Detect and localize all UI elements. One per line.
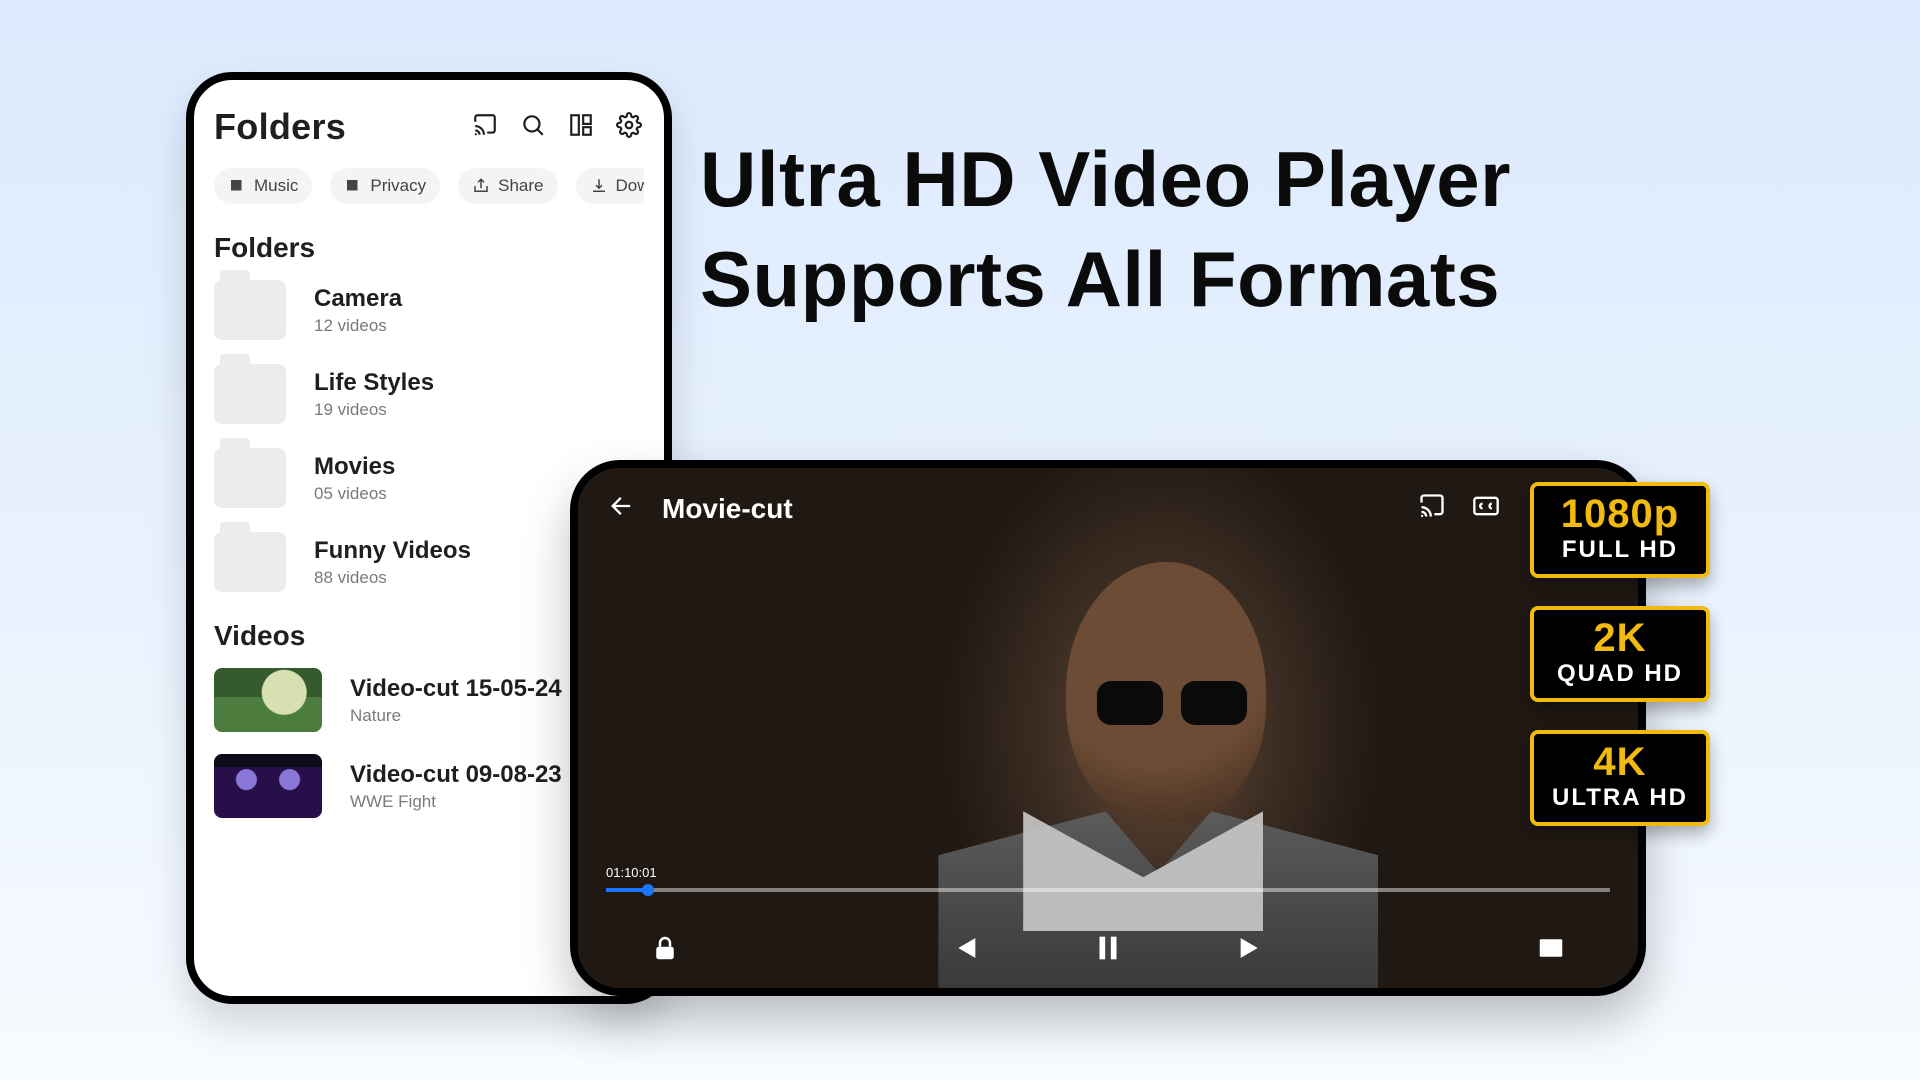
- badge-top: 2K: [1552, 618, 1688, 658]
- phone-player: Movie-cut 01:10:01: [570, 460, 1646, 996]
- prev-track-icon[interactable]: [947, 931, 981, 970]
- folder-icon: [214, 532, 286, 592]
- badge-1080p: 1080p FULL HD: [1530, 482, 1710, 578]
- progress-bar[interactable]: [606, 888, 1610, 892]
- resolution-badges: 1080p FULL HD 2K QUAD HD 4K ULTRA HD: [1530, 482, 1710, 826]
- section-folders: Folders: [214, 232, 644, 264]
- folder-count: 19 videos: [314, 400, 434, 420]
- tab-label: Downloader: [616, 176, 644, 196]
- player-topbar: Movie-cut: [578, 468, 1638, 549]
- back-icon[interactable]: [608, 492, 636, 525]
- video-category: Nature: [350, 706, 562, 726]
- tab-music[interactable]: Music: [214, 168, 312, 204]
- video-thumbnail: [214, 668, 322, 732]
- promo-headline: Ultra HD Video Player Supports All Forma…: [700, 130, 1511, 330]
- video-category: WWE Fight: [350, 792, 562, 812]
- folder-icon: [214, 364, 286, 424]
- folder-count: 05 videos: [314, 484, 395, 504]
- pause-icon[interactable]: [1091, 931, 1125, 970]
- tab-share[interactable]: Share: [458, 168, 557, 204]
- folder-name: Camera: [314, 285, 402, 313]
- folder-count: 12 videos: [314, 316, 402, 336]
- badge-4k: 4K ULTRA HD: [1530, 730, 1710, 826]
- cast-icon[interactable]: [472, 112, 498, 143]
- toolbar: [472, 112, 642, 143]
- headline-line2: Supports All Formats: [700, 235, 1500, 323]
- player-title: Movie-cut: [662, 493, 793, 525]
- video-name: Video-cut 15-05-24: [350, 675, 562, 703]
- headline-line1: Ultra HD Video Player: [700, 135, 1511, 223]
- folder-icon: [214, 448, 286, 508]
- tab-privacy[interactable]: Privacy: [330, 168, 440, 204]
- folder-name: Funny Videos: [314, 537, 471, 565]
- search-icon[interactable]: [520, 112, 546, 143]
- captions-icon[interactable]: [1472, 492, 1500, 525]
- video-thumbnail: [214, 754, 322, 818]
- folder-name: Life Styles: [314, 369, 434, 397]
- lock-icon[interactable]: [650, 933, 680, 968]
- tab-label: Share: [498, 176, 543, 196]
- tab-label: Music: [254, 176, 298, 196]
- badge-top: 1080p: [1552, 494, 1688, 534]
- video-frame[interactable]: Movie-cut 01:10:01: [578, 468, 1638, 988]
- next-track-icon[interactable]: [1235, 931, 1269, 970]
- video-name: Video-cut 09-08-23: [350, 761, 562, 789]
- folder-name: Movies: [314, 453, 395, 481]
- tab-label: Privacy: [370, 176, 426, 196]
- folder-row[interactable]: Camera 12 videos: [214, 280, 644, 340]
- badge-top: 4K: [1552, 742, 1688, 782]
- elapsed-time: 01:10:01: [606, 865, 657, 880]
- fullscreen-icon[interactable]: [1536, 933, 1566, 968]
- settings-icon[interactable]: [616, 112, 642, 143]
- folder-count: 88 videos: [314, 568, 471, 588]
- video-content: [1097, 681, 1247, 725]
- tab-downloader[interactable]: Downloader: [576, 168, 644, 204]
- category-tabs: Music Privacy Share Downloader: [214, 168, 644, 204]
- badge-bottom: FULL HD: [1552, 536, 1688, 564]
- folder-icon: [214, 280, 286, 340]
- grid-view-icon[interactable]: [568, 112, 594, 143]
- cast-icon[interactable]: [1418, 492, 1446, 525]
- badge-bottom: ULTRA HD: [1552, 784, 1688, 812]
- folder-row[interactable]: Life Styles 19 videos: [214, 364, 644, 424]
- player-controls: [578, 931, 1638, 970]
- badge-2k: 2K QUAD HD: [1530, 606, 1710, 702]
- badge-bottom: QUAD HD: [1552, 660, 1688, 688]
- promo-canvas: Folders Music: [0, 0, 1920, 1080]
